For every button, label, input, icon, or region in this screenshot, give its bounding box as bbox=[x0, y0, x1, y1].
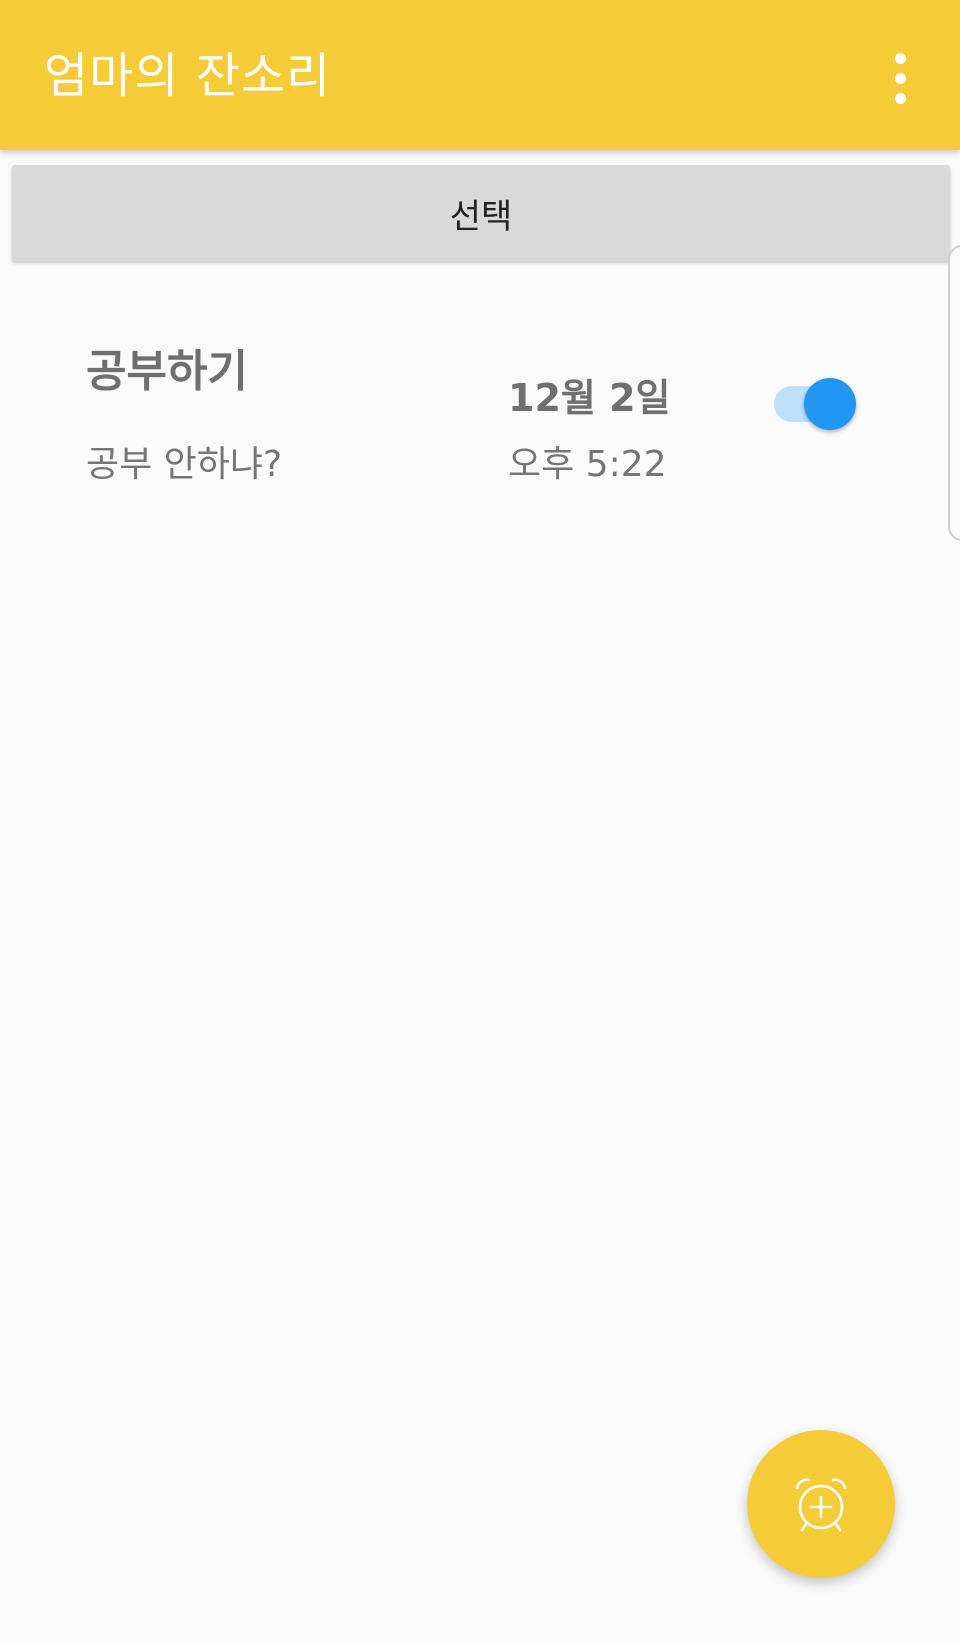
more-vert-icon[interactable] bbox=[880, 48, 920, 108]
alarm-message: 공부 안하냐? bbox=[86, 444, 283, 485]
app-bar: 엄마의 잔소리 bbox=[0, 0, 960, 150]
select-button[interactable]: 선택 bbox=[12, 165, 950, 261]
alarm-list-item[interactable]: 공부하기 공부 안하냐? 12월 2일 오후 5:22 bbox=[0, 300, 940, 520]
alarm-title: 공부하기 bbox=[86, 346, 248, 397]
select-button-label: 선택 bbox=[449, 196, 513, 237]
menu-dot bbox=[894, 92, 906, 104]
edge-panel-handle[interactable] bbox=[948, 245, 960, 541]
menu-dot bbox=[894, 72, 906, 84]
add-alarm-icon bbox=[795, 1478, 847, 1532]
alarm-date: 12월 2일 bbox=[508, 376, 671, 420]
toggle-thumb bbox=[804, 378, 856, 430]
app-title: 엄마의 잔소리 bbox=[44, 48, 332, 104]
alarm-enabled-toggle[interactable] bbox=[770, 376, 860, 432]
menu-dot bbox=[894, 52, 906, 64]
add-alarm-button[interactable] bbox=[747, 1430, 895, 1578]
alarm-time: 오후 5:22 bbox=[508, 444, 667, 485]
